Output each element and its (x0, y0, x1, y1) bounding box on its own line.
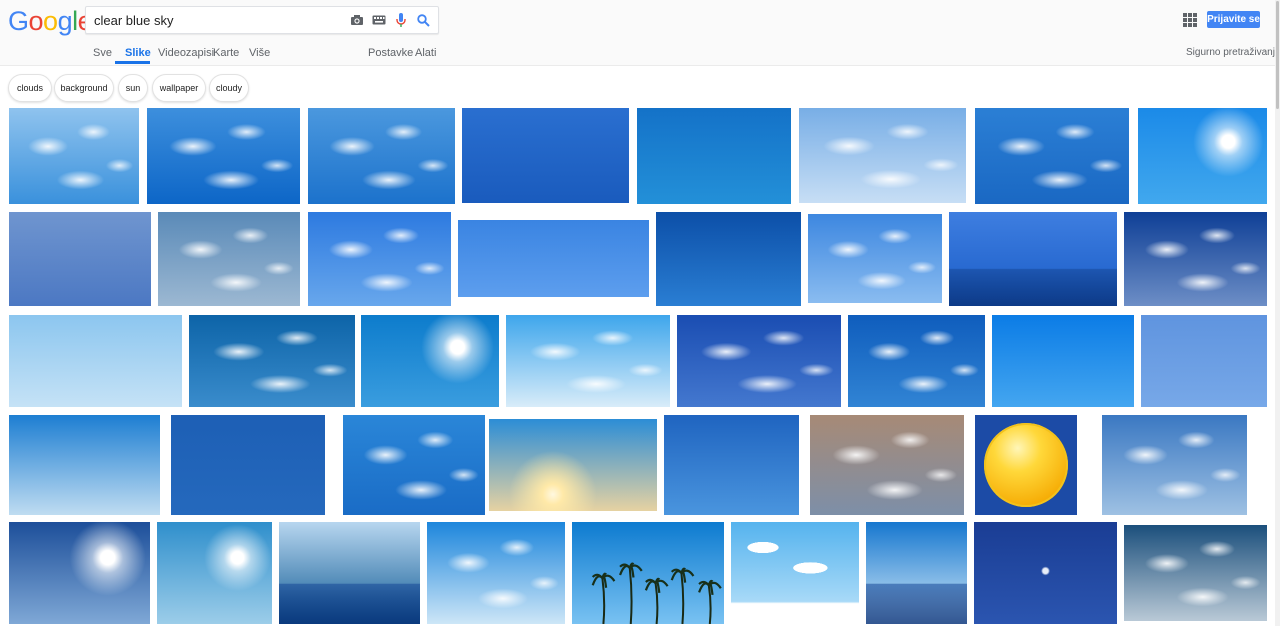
signin-button[interactable]: Prijavite se (1207, 11, 1260, 28)
tab-karte[interactable]: Karte (213, 47, 239, 59)
image-result-cloud[interactable] (975, 108, 1129, 204)
top-bar: Google clear blue sky Sve Slike Videozap… (0, 0, 1280, 66)
image-result-sun[interactable] (9, 522, 150, 624)
google-logo[interactable]: Google (8, 6, 93, 36)
image-result-cloud[interactable] (308, 212, 451, 306)
image-result-cloud[interactable] (343, 415, 485, 515)
logo-letter: g (57, 6, 73, 36)
image-result-moon[interactable] (974, 522, 1117, 624)
image-result-cloud[interactable] (1102, 415, 1247, 515)
image-result-plain[interactable] (9, 415, 160, 515)
keyboard-icon[interactable] (370, 11, 388, 29)
image-result-cloud[interactable] (189, 315, 355, 407)
tab-sve[interactable]: Sve (93, 47, 112, 59)
image-result-cloud[interactable] (427, 522, 565, 624)
image-result-plain[interactable] (9, 212, 151, 306)
image-result-cloud[interactable] (1124, 212, 1267, 306)
image-result-plain[interactable] (992, 315, 1134, 407)
image-result-palm[interactable] (572, 522, 724, 624)
image-result-plain[interactable] (171, 415, 325, 515)
image-result-plain[interactable] (1141, 315, 1267, 407)
tab-slike[interactable]: Slike (125, 47, 151, 59)
safesearch-menu[interactable]: Sigurno pretraživanje ▾ (1186, 47, 1280, 58)
image-result-cloud[interactable] (799, 108, 966, 203)
image-result-cloud[interactable] (308, 108, 455, 204)
image-result-cloud[interactable] (506, 315, 670, 407)
image-result-plain[interactable] (637, 108, 791, 204)
tab-alati[interactable]: Alati (415, 47, 436, 59)
image-result-plain[interactable] (656, 212, 801, 306)
image-result-sea[interactable] (949, 212, 1117, 306)
active-tab-indicator (115, 61, 150, 64)
image-result-ball[interactable] (975, 415, 1077, 515)
search-icon[interactable] (414, 11, 432, 29)
microphone-icon[interactable] (392, 11, 410, 29)
image-result-plain[interactable] (664, 415, 799, 515)
search-tabs: Sve Slike Videozapisi Karte Više Postavk… (0, 40, 1280, 65)
camera-icon[interactable] (348, 11, 366, 29)
image-result-sunset[interactable] (489, 419, 657, 511)
image-result-cloud[interactable] (9, 108, 139, 204)
tab-videozapisi[interactable]: Videozapisi (158, 47, 214, 59)
search-query-text[interactable]: clear blue sky (94, 13, 173, 28)
chip-wallpaper[interactable]: wallpaper (152, 74, 206, 102)
tab-vise[interactable]: Više (249, 47, 270, 59)
image-result-sea[interactable] (866, 522, 967, 624)
image-result-sea[interactable] (279, 522, 420, 624)
tab-postavke[interactable]: Postavke (368, 47, 413, 59)
palm-trees-graphic (591, 562, 722, 624)
search-input[interactable]: clear blue sky (85, 6, 439, 34)
image-result-plain[interactable] (9, 315, 182, 407)
image-result-cloud[interactable] (147, 108, 300, 204)
logo-letter: G (8, 6, 29, 36)
logo-letter: o (28, 6, 44, 36)
chip-sun[interactable]: sun (118, 74, 148, 102)
image-result-cloud[interactable] (677, 315, 841, 407)
image-result-sun[interactable] (1138, 108, 1267, 204)
chip-background[interactable]: background (54, 74, 114, 102)
scrollbar-thumb[interactable] (1276, 1, 1279, 109)
image-result-plain[interactable] (458, 220, 649, 297)
image-result-cloud[interactable] (158, 212, 300, 306)
chip-clouds[interactable]: clouds (8, 74, 52, 102)
image-result-cartoon[interactable] (731, 522, 859, 624)
image-result-cloud[interactable] (1124, 525, 1267, 621)
image-result-plain[interactable] (462, 108, 629, 203)
image-result-cloud[interactable] (808, 214, 942, 303)
image-result-sun[interactable] (361, 315, 499, 407)
apps-grid-icon[interactable] (1183, 13, 1197, 27)
sun-ball-graphic (984, 423, 1068, 507)
image-result-cloud[interactable] (810, 415, 964, 515)
chip-cloudy[interactable]: cloudy (209, 74, 249, 102)
image-result-cloud[interactable] (848, 315, 985, 407)
image-result-sun[interactable] (157, 522, 272, 624)
logo-letter: o (43, 6, 58, 36)
